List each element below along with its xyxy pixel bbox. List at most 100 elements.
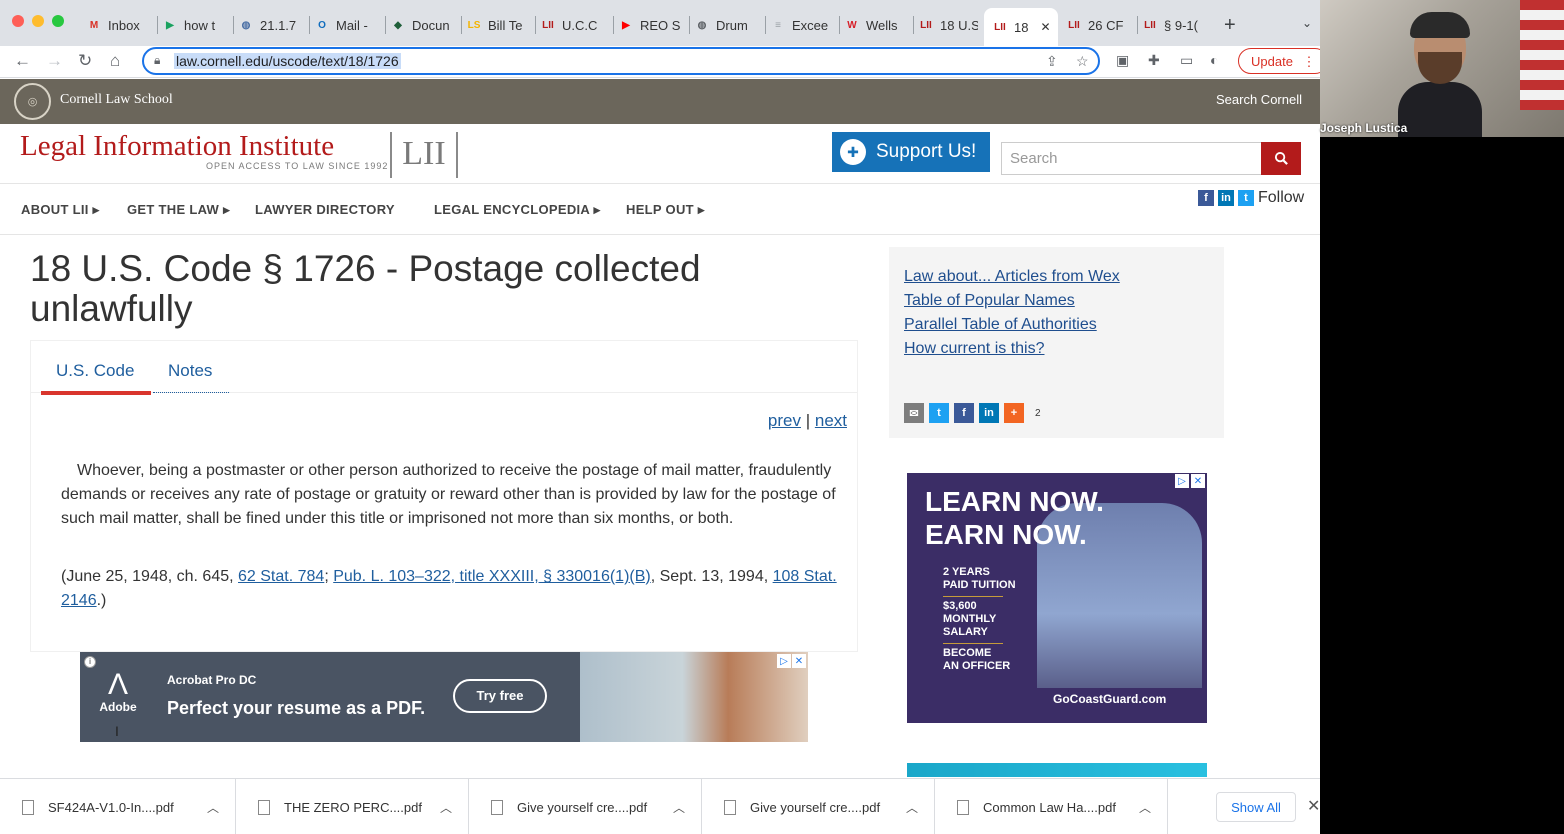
try-free-button[interactable]: Try free <box>453 679 547 713</box>
address-bar[interactable]: 🔒︎ law.cornell.edu/uscode/text/18/1726 ⇪… <box>142 47 1100 75</box>
browser-tab[interactable]: LII 18 U.S <box>918 10 978 40</box>
download-item[interactable]: SF424A-V1.0-In....pdf ︿ <box>0 779 236 834</box>
home-icon[interactable]: ⌂ <box>110 51 120 71</box>
close-downloads-icon[interactable]: ✕ <box>1307 796 1320 816</box>
ad-close-icon[interactable]: ✕ <box>1191 474 1205 488</box>
browser-tab[interactable]: LII § 9-1( <box>1142 10 1204 40</box>
browser-tab[interactable]: LS Bill Te <box>466 10 530 40</box>
adchoices-icon[interactable]: ▷ <box>777 654 791 668</box>
extension-icon[interactable]: ▣ <box>1116 52 1129 69</box>
browser-tab[interactable]: LII 18 ✕ <box>984 8 1058 46</box>
lii-icon: LII <box>994 21 1006 33</box>
sidebar-panel-icon[interactable]: ▭ <box>1180 52 1193 69</box>
update-button[interactable]: Update ⋮ <box>1238 48 1320 74</box>
sidebar-link-popular-names[interactable]: Table of Popular Names <box>904 292 1075 310</box>
cornell-law-school-link[interactable]: Cornell Law School <box>60 92 173 108</box>
browser-tab[interactable]: LII 26 CF <box>1066 10 1132 40</box>
prev-link[interactable]: prev <box>768 411 801 430</box>
next-link[interactable]: next <box>815 411 847 430</box>
acrobat-ad[interactable]: Λ Adobe Acrobat Pro DC Perfect your resu… <box>80 652 808 742</box>
browser-tab[interactable]: LII U.C.C <box>540 10 608 40</box>
browser-tab[interactable]: ◍ 21.1.7 <box>238 10 304 40</box>
linkedin-icon[interactable]: in <box>1218 190 1234 206</box>
close-window-button[interactable] <box>12 15 24 27</box>
profile-icon[interactable]: ◐ <box>1210 52 1218 68</box>
browser-tab[interactable]: ◍ Drum <box>694 10 760 40</box>
close-tab-icon[interactable]: ✕ <box>1040 20 1050 34</box>
caret-right-icon: ▸ <box>697 202 705 217</box>
bookmark-star-icon[interactable]: ☆ <box>1076 53 1089 70</box>
share-count: 2 <box>1035 407 1041 419</box>
puzzle-extensions-icon[interactable]: ✚ <box>1148 52 1160 69</box>
pdf-file-icon <box>957 799 969 815</box>
new-tab-button[interactable]: + <box>1224 14 1236 37</box>
chevron-up-icon[interactable]: ︿ <box>207 799 219 816</box>
sidebar-link-wex[interactable]: Law about... Articles from Wex <box>904 268 1120 286</box>
nav-lawyer-directory[interactable]: LAWYER DIRECTORY <box>255 202 395 217</box>
sidebar-link-how-current[interactable]: How current is this? <box>904 340 1045 358</box>
coast-guard-ad[interactable]: LEARN NOW. EARN NOW. 2 YEARS PAID TUITIO… <box>907 473 1207 723</box>
browser-tab[interactable]: ▶ REO S <box>618 10 684 40</box>
nav-legal-encyclopedia[interactable]: LEGAL ENCYCLOPEDIA ▸ <box>434 202 600 218</box>
show-all-button[interactable]: Show All <box>1216 792 1296 822</box>
wells-icon: W <box>847 19 857 31</box>
browser-tab[interactable]: W Wells <box>844 10 908 40</box>
adchoices-icon[interactable]: ▷ <box>1175 474 1189 488</box>
chevron-up-icon[interactable]: ︿ <box>1139 799 1151 816</box>
chevron-up-icon[interactable]: ︿ <box>440 799 452 816</box>
search-button[interactable] <box>1261 142 1301 175</box>
zoom-window-button[interactable] <box>52 15 64 27</box>
browser-window: M Inbox ▶ how t ◍ 21.1.7 O Mail - ◆ Docun LS Bill T… <box>0 0 1320 834</box>
browser-tab[interactable]: ◆ Docun <box>390 10 456 40</box>
search-input[interactable]: Search <box>1001 142 1262 175</box>
ad-text: PAID TUITION <box>943 579 1016 591</box>
follow-label[interactable]: Follow <box>1258 189 1304 207</box>
download-item[interactable]: Common Law Ha....pdf ︿ <box>935 779 1168 834</box>
download-item[interactable]: THE ZERO PERC....pdf ︿ <box>236 779 469 834</box>
nav-get-the-law[interactable]: GET THE LAW ▸ <box>127 202 230 218</box>
support-us-button[interactable]: ✚ Support Us! <box>832 132 990 172</box>
search-cornell-link[interactable]: Search Cornell <box>1216 92 1302 107</box>
add-share-icon[interactable]: + <box>1004 403 1024 423</box>
source-credit: (June 25, 1948, ch. 645, 62 Stat. 784; P… <box>61 565 841 613</box>
linkedin-icon[interactable]: in <box>979 403 999 423</box>
lii-title-logo[interactable]: Legal Information Institute <box>20 130 334 163</box>
nav-about-lii[interactable]: ABOUT LII ▸ <box>21 202 99 218</box>
browser-tab[interactable]: ▶ how t <box>162 10 228 40</box>
email-icon[interactable]: ✉ <box>904 403 924 423</box>
browser-tab[interactable]: M Inbox <box>86 10 152 40</box>
nav-help-out[interactable]: HELP OUT ▸ <box>626 202 705 218</box>
url-text[interactable]: law.cornell.edu/uscode/text/18/1726 <box>174 53 401 69</box>
tab-notes[interactable]: Notes <box>168 361 212 381</box>
facebook-icon[interactable]: f <box>1198 190 1214 206</box>
twitter-icon[interactable]: t <box>929 403 949 423</box>
download-item[interactable]: Give yourself cre....pdf ︿ <box>469 779 702 834</box>
stat-link[interactable]: 62 Stat. 784 <box>238 568 324 585</box>
tab-search-chevron-icon[interactable]: ⌄ <box>1302 16 1312 30</box>
tab-us-code[interactable]: U.S. Code <box>56 361 134 381</box>
twitter-icon[interactable]: t <box>1238 190 1254 206</box>
minimize-window-button[interactable] <box>32 15 44 27</box>
download-item[interactable]: Give yourself cre....pdf ︿ <box>702 779 935 834</box>
ad-close-icon[interactable]: ✕ <box>792 654 806 668</box>
lock-icon[interactable]: 🔒︎ <box>154 53 160 68</box>
browser-tab[interactable]: O Mail - <box>314 10 380 40</box>
reload-icon[interactable]: ↻ <box>78 51 92 71</box>
ad-banner-2[interactable] <box>907 763 1207 777</box>
cornell-seal-logo[interactable]: ◎ <box>14 83 51 120</box>
sidebar: Law about... Articles from Wex Table of … <box>889 247 1224 438</box>
ad-info-icon[interactable]: i <box>84 656 96 668</box>
pub-law-link[interactable]: Pub. L. 103–322, title XXXIII, § 330016(… <box>333 568 651 585</box>
lii-logo-box[interactable]: LII <box>390 132 458 178</box>
share-icon[interactable]: ⇪ <box>1046 53 1058 70</box>
back-arrow-icon[interactable]: ← <box>14 51 31 71</box>
facebook-icon[interactable]: f <box>954 403 974 423</box>
chevron-up-icon[interactable]: ︿ <box>673 799 685 816</box>
download-name: THE ZERO PERC....pdf <box>284 799 422 815</box>
sidebar-link-parallel-table[interactable]: Parallel Table of Authorities <box>904 316 1097 334</box>
chevron-up-icon[interactable]: ︿ <box>906 799 918 816</box>
browser-tab[interactable]: ≡ Excee <box>770 10 834 40</box>
tab-label: 26 CF <box>1088 17 1124 33</box>
forward-arrow-icon[interactable]: → <box>46 51 63 71</box>
download-name: Common Law Ha....pdf <box>983 799 1116 815</box>
